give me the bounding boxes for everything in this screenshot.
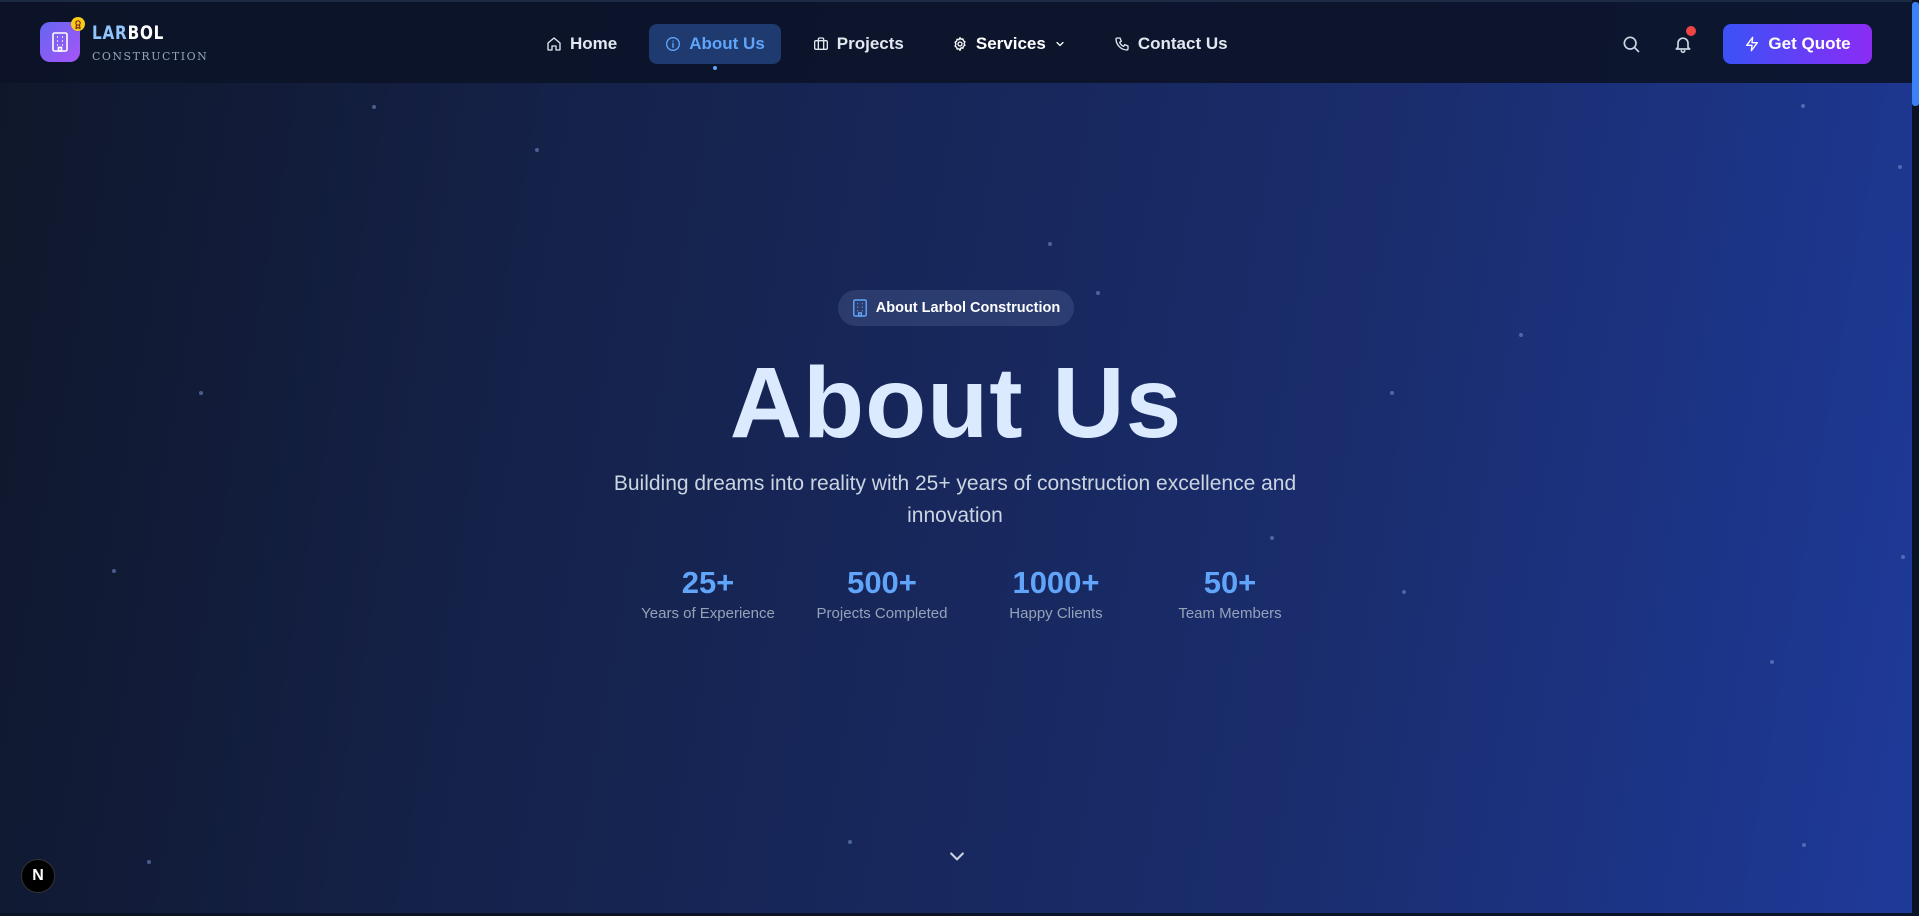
stat-item: 25+ Years of Experience [621,565,795,622]
nav-label: Home [570,34,618,53]
stat-item: 50+ Team Members [1143,565,1317,622]
brand-logo[interactable]: LARBOL CONSTRUCTION [40,17,209,63]
page-subtitle: Building dreams into reality with 25+ ye… [613,472,1297,527]
nav-item-services[interactable]: Services [936,24,1082,64]
brand-name: LARBOL [92,22,165,44]
nav-label: Contact Us [1137,34,1228,53]
phone-icon [1115,37,1129,51]
stat-label: Happy Clients [1009,605,1103,622]
page-title: About Us [729,347,1183,459]
briefcase-icon [813,37,828,50]
chevron-down-icon [950,852,964,861]
search-button[interactable] [1613,26,1649,62]
stat-value: 25+ [681,565,735,600]
building-icon [852,299,867,317]
stat-value: 500+ [847,565,917,600]
scrollbar-thumb[interactable] [1912,2,1919,106]
notifications-button[interactable] [1665,26,1701,62]
gear-icon [954,37,966,51]
stat-label: Team Members [1178,605,1282,622]
get-quote-button[interactable]: Get Quote [1723,24,1872,64]
nav-label: Services [975,34,1046,53]
stat-item: 500+ Projects Completed [795,565,969,622]
scroll-down-button[interactable] [947,846,967,866]
get-quote-label: Get Quote [1768,34,1851,53]
stat-label: Projects Completed [816,605,948,622]
header-actions: Get Quote [1613,24,1872,64]
stat-value: 50+ [1203,565,1257,600]
main-nav: Home About Us Projects Services Contact … [530,24,1260,64]
stats-row: 25+ Years of Experience 500+ Projects Co… [621,565,1317,622]
lightning-icon [1746,36,1759,52]
award-icon [71,17,85,31]
building-icon [40,17,85,62]
chevron-down-icon [1056,41,1064,47]
nav-item-home[interactable]: Home [530,24,633,64]
notification-dot [1686,26,1696,36]
about-hero: About Larbol Construction About Us Build… [0,83,1919,916]
nextjs-dev-indicator[interactable]: N [21,859,55,893]
nav-item-about-us[interactable]: About Us [649,24,781,64]
stat-label: Years of Experience [641,605,775,622]
search-icon [1623,36,1640,53]
nav-item-projects[interactable]: Projects [797,24,920,64]
brand-subtitle: CONSTRUCTION [92,50,209,63]
nav-item-contact-us[interactable]: Contact Us [1098,24,1244,64]
top-navbar: LARBOL CONSTRUCTION Home About Us Projec… [0,0,1919,83]
info-icon [666,37,681,51]
nav-label: Projects [836,34,904,53]
stat-value: 1000+ [1012,565,1100,600]
home-icon [547,37,561,51]
nav-label: About Us [689,34,765,53]
section-badge: About Larbol Construction [838,290,1074,326]
page-scrollbar[interactable] [1912,0,1919,916]
nextjs-logo-icon: N [32,867,44,884]
bell-icon [1675,37,1691,54]
stat-item: 1000+ Happy Clients [969,565,1143,622]
section-badge-label: About Larbol Construction [875,300,1061,316]
